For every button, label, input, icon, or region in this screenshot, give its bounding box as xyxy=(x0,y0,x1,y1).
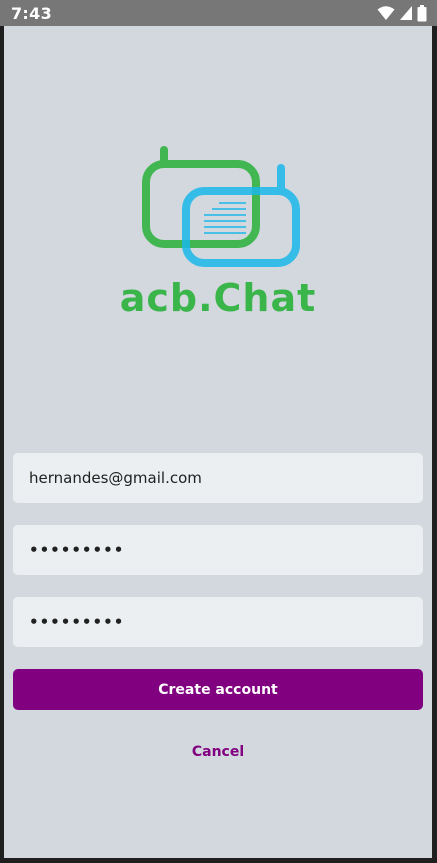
email-input[interactable] xyxy=(29,469,407,487)
brand-name: acb.Chat xyxy=(119,276,317,320)
status-bar: 7:43 xyxy=(0,0,437,26)
signup-screen: acb.Chat Create account Cancel xyxy=(4,26,432,858)
cancel-button[interactable]: Cancel xyxy=(4,740,432,764)
create-account-button[interactable]: Create account xyxy=(13,669,423,710)
password-input[interactable] xyxy=(29,541,407,559)
battery-icon xyxy=(417,4,427,21)
wifi-icon xyxy=(377,6,395,20)
cell-signal-icon xyxy=(400,6,412,20)
password-field[interactable] xyxy=(13,525,423,575)
email-field[interactable] xyxy=(13,453,423,503)
status-icons xyxy=(377,4,427,22)
status-time: 7:43 xyxy=(11,4,52,23)
confirm-password-input[interactable] xyxy=(29,613,407,631)
confirm-password-field[interactable] xyxy=(13,597,423,647)
